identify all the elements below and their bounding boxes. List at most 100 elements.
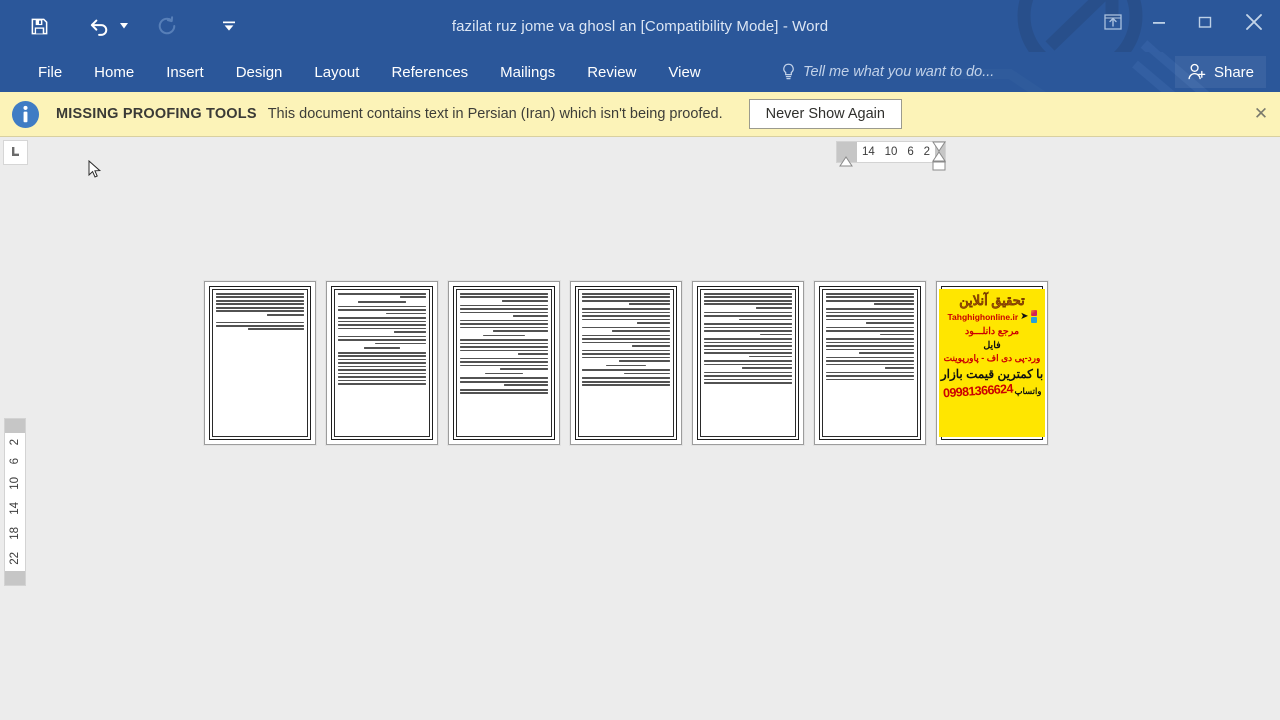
paragraph	[582, 364, 670, 367]
paragraph	[338, 317, 426, 333]
paragraph	[826, 356, 914, 369]
vertical-ruler[interactable]: 2 6 10 14 18 22	[4, 418, 26, 586]
share-button[interactable]: Share	[1174, 56, 1266, 88]
minimize-button[interactable]	[1136, 5, 1182, 39]
page-thumbnail-5[interactable]	[692, 281, 804, 445]
v-tick-10: 10	[9, 476, 21, 490]
paragraph	[582, 326, 670, 332]
never-show-again-button[interactable]: Never Show Again	[748, 99, 902, 129]
paragraph	[460, 334, 548, 337]
horizontal-ruler-ticks: 14 10 6 2	[857, 142, 935, 162]
share-person-icon	[1188, 63, 1206, 80]
social-icons	[1030, 310, 1037, 323]
paragraph	[826, 338, 914, 354]
tab-insert[interactable]: Insert	[150, 52, 220, 92]
tell-me-placeholder-text: Tell me what you want to do...	[803, 64, 995, 80]
paragraph	[704, 338, 792, 358]
ad-formats: ورد-پی دی اف - پاورپوینت	[943, 353, 1041, 363]
restore-button[interactable]	[1182, 5, 1228, 39]
lightbulb-icon	[783, 63, 794, 80]
ribbon-tab-bar: File Home Insert Design Layout Reference…	[0, 52, 1280, 92]
h-tick-14: 14	[861, 146, 875, 158]
paragraph	[338, 305, 426, 315]
page-thumbnail-2[interactable]	[326, 281, 438, 445]
tell-me-search[interactable]: Tell me what you want to do...	[782, 52, 994, 92]
minimize-icon	[1153, 22, 1165, 24]
paragraph	[338, 351, 426, 385]
page-border-outer	[575, 286, 677, 440]
mouse-cursor	[88, 160, 102, 178]
ad-phone-number: 09981366624	[942, 381, 1013, 401]
chevron-down-icon	[120, 23, 128, 29]
undo-button[interactable]	[83, 6, 117, 46]
ad-file-label: فایل	[983, 340, 1001, 351]
share-label: Share	[1213, 63, 1254, 81]
info-icon	[11, 100, 40, 128]
page-border-outer	[209, 286, 311, 440]
undo-dropdown-button[interactable]	[117, 6, 131, 46]
notification-close-button[interactable]: ✕	[1248, 101, 1274, 127]
page-border-inner	[822, 289, 918, 437]
title-bar: fazilat ruz jome va ghosl an [Compatibil…	[0, 0, 1280, 52]
page-border-inner	[700, 289, 796, 437]
tab-layout[interactable]: Layout	[298, 52, 375, 92]
close-x-icon	[1246, 14, 1262, 30]
paragraph	[582, 377, 670, 386]
v-tick-6: 6	[9, 457, 21, 465]
tab-mailings[interactable]: Mailings	[484, 52, 571, 92]
paragraph	[338, 347, 426, 349]
left-tab-stop-icon	[12, 147, 19, 156]
ribbon-display-options-button[interactable]	[1090, 5, 1136, 39]
tab-design[interactable]: Design	[220, 52, 299, 92]
customize-quick-access-toolbar-button[interactable]	[212, 6, 246, 46]
restore-icon	[1198, 16, 1212, 28]
page-border-outer	[697, 286, 799, 440]
redo-button[interactable]	[150, 6, 184, 46]
arrow-right-icon: ➤	[1020, 310, 1029, 322]
tab-stop-selector[interactable]	[3, 140, 28, 165]
page-thumbnail-6[interactable]	[814, 281, 926, 445]
redo-circular-arrow-icon	[158, 16, 176, 35]
page-thumbnail-4[interactable]	[570, 281, 682, 445]
page-thumbnail-1[interactable]	[204, 281, 316, 445]
vruler-margin-bottom	[5, 571, 25, 585]
paragraph	[582, 369, 670, 375]
page-thumbnail-3[interactable]	[448, 281, 560, 445]
paragraph	[460, 304, 548, 317]
save-button[interactable]	[22, 6, 56, 46]
paragraph	[826, 293, 914, 306]
paragraph	[460, 388, 548, 395]
tab-view[interactable]: View	[652, 52, 716, 92]
telegram-icon	[1030, 317, 1037, 323]
h-tick-6: 6	[907, 146, 914, 158]
paragraph	[704, 293, 792, 309]
ad-download-reference: مرجع دانلـــود	[964, 326, 1020, 337]
paragraph	[582, 349, 670, 362]
missing-proofing-tools-notification: MISSING PROOFING TOOLS This document con…	[0, 92, 1280, 137]
advertisement-page: تحقیق آنلاین Tahghighonline.ir ➤ مرجع دا…	[938, 286, 1046, 440]
page-border-outer	[819, 286, 921, 440]
paragraph	[826, 326, 914, 336]
v-tick-2a: 2	[9, 439, 21, 446]
tab-file[interactable]: File	[22, 52, 78, 92]
paragraph	[216, 293, 304, 316]
right-indent-marker[interactable]	[930, 140, 948, 172]
page-border-inner	[456, 289, 552, 437]
word-application-window: fazilat ruz jome va ghosl an [Compatibil…	[0, 0, 1280, 720]
tab-home[interactable]: Home	[78, 52, 150, 92]
paragraph	[460, 293, 548, 302]
floppy-disk-icon	[31, 18, 47, 34]
chevron-down-icon	[223, 21, 235, 31]
paragraph	[582, 334, 670, 347]
page-thumbnail-7[interactable]: تحقیق آنلاین Tahghighonline.ir ➤ مرجع دا…	[936, 281, 1048, 445]
paragraph	[338, 293, 426, 299]
close-button[interactable]	[1228, 5, 1280, 39]
page-border-outer	[453, 286, 555, 440]
tab-references[interactable]: References	[375, 52, 484, 92]
page-border-inner	[212, 289, 308, 437]
left-indent-marker[interactable]	[838, 155, 854, 168]
page-thumbnails: تحقیق آنلاین Tahghighonline.ir ➤ مرجع دا…	[204, 281, 1048, 445]
page-border-outer	[331, 286, 433, 440]
paragraph	[704, 371, 792, 384]
tab-review[interactable]: Review	[571, 52, 652, 92]
